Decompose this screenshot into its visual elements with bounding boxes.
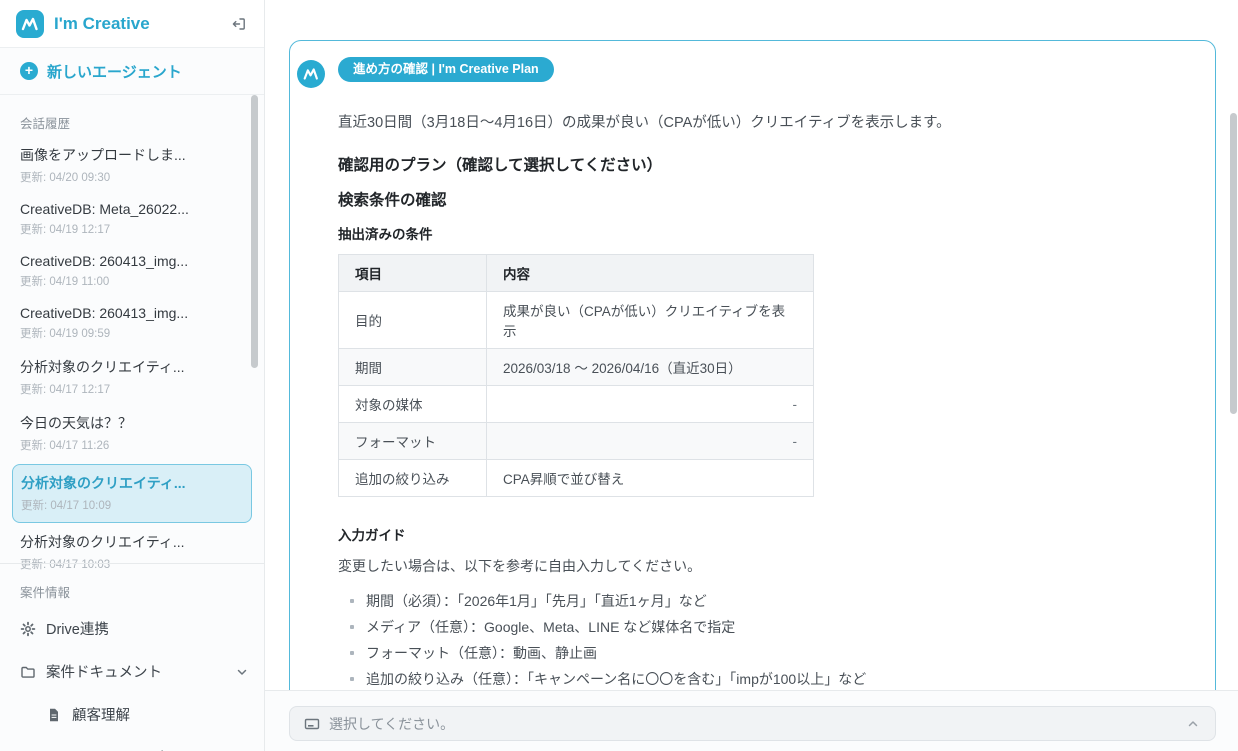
project-section-label: 案件情報 xyxy=(20,582,244,601)
plan-heading: 確認用のプラン（確認して選択してください） xyxy=(338,153,1187,175)
sidebar-scrollbar[interactable] xyxy=(251,95,258,368)
new-agent-button[interactable]: + 新しいエージェント xyxy=(0,48,264,95)
select-input-icon xyxy=(304,716,320,732)
sidebar-item-drive[interactable]: Drive連携 xyxy=(0,607,264,650)
app-logo-icon xyxy=(16,10,44,38)
conversation-item[interactable]: CreativeDB: Meta_26022... 更新: 04/19 12:1… xyxy=(0,194,264,246)
input-guide-list: 期間（必須）：「2026年1月」「先月」「直近1ヶ月」など メディア（任意）：G… xyxy=(346,593,1187,687)
project-section: 案件情報 Drive連携 案件ドキュメント xyxy=(0,563,264,751)
chevron-up-icon[interactable] xyxy=(1185,716,1201,732)
table-header-item: 項目 xyxy=(339,255,487,292)
list-item: メディア（任意）：Google、Meta、LINE など媒体名で指定 xyxy=(346,619,1187,635)
message-intro: 直近30日間（3月18日〜4月16日）の成果が良い（CPAが低い）クリエイティブ… xyxy=(338,111,1187,132)
extracted-conditions-heading: 抽出済みの条件 xyxy=(338,223,1187,243)
sidebar-item-market-understanding[interactable]: マーケット理解 xyxy=(0,736,264,751)
table-row: フォーマット - xyxy=(339,423,814,460)
document-icon xyxy=(46,707,62,723)
chevron-down-icon xyxy=(234,664,250,680)
input-guide-heading: 入力ガイド xyxy=(338,524,1187,544)
plan-badge: 進め方の確認 | I'm Creative Plan xyxy=(338,57,554,82)
gear-icon xyxy=(20,621,36,637)
sidebar: I'm Creative + 新しいエージェント 会話履歴 画像をアップロードし… xyxy=(0,0,265,751)
table-header-content: 内容 xyxy=(487,255,814,292)
agent-avatar xyxy=(297,60,325,88)
list-item: フォーマット（任意）：動画、静止画 xyxy=(346,645,1187,661)
plus-icon: + xyxy=(20,62,38,80)
sidebar-item-customer-understanding[interactable]: 顧客理解 xyxy=(0,693,264,736)
conversation-item[interactable]: 画像をアップロードしま... 更新: 04/20 09:30 xyxy=(0,138,264,194)
table-row: 追加の絞り込み CPA昇順で並び替え xyxy=(339,460,814,497)
agent-message-card: 進め方の確認 | I'm Creative Plan 直近30日間（3月18日〜… xyxy=(289,40,1216,751)
list-item: 期間（必須）：「2026年1月」「先月」「直近1ヶ月」など xyxy=(346,593,1187,609)
conversation-item[interactable]: CreativeDB: 260413_img... 更新: 04/19 09:5… xyxy=(0,298,264,350)
input-guide-intro: 変更したい場合は、以下を参考に自由入力してください。 xyxy=(338,556,1187,576)
conversation-item[interactable]: CreativeDB: 260413_img... 更新: 04/19 11:0… xyxy=(0,246,264,298)
history-section-label: 会話履歴 xyxy=(20,113,244,132)
conversation-item[interactable]: 今日の天気は？？ 更新: 04/17 11:26 xyxy=(0,406,264,462)
folder-icon xyxy=(20,664,36,680)
conversation-item-selected[interactable]: 分析対象のクリエイティ... 更新: 04/17 10:09 xyxy=(12,464,252,523)
sidebar-collapse-icon[interactable] xyxy=(228,13,250,35)
main-area: 進め方の確認 | I'm Creative Plan 直近30日間（3月18日〜… xyxy=(265,0,1238,751)
table-row: 期間 2026/03/18 〜 2026/04/16（直近30日） xyxy=(339,349,814,386)
sidebar-header: I'm Creative xyxy=(0,0,264,48)
window-scrollbar[interactable] xyxy=(1230,113,1237,414)
app-title: I'm Creative xyxy=(54,14,228,34)
composer-input[interactable] xyxy=(329,716,1176,732)
conversation-item[interactable]: 分析対象のクリエイティ... 更新: 04/17 12:17 xyxy=(0,350,264,406)
search-conditions-heading: 検索条件の確認 xyxy=(338,188,1187,210)
composer-box[interactable] xyxy=(289,706,1216,741)
table-row: 対象の媒体 - xyxy=(339,386,814,423)
sidebar-item-documents[interactable]: 案件ドキュメント xyxy=(0,650,264,693)
table-row: 目的 成果が良い（CPAが低い）クリエイティブを表示 xyxy=(339,292,814,349)
composer-panel xyxy=(265,690,1238,751)
list-item: 追加の絞り込み（任意）：「キャンペーン名に〇〇を含む」「impが100以上」など xyxy=(346,671,1187,687)
new-agent-label: 新しいエージェント xyxy=(47,61,182,82)
conditions-table: 項目 内容 目的 成果が良い（CPAが低い）クリエイティブを表示 期間 2026… xyxy=(338,254,814,497)
